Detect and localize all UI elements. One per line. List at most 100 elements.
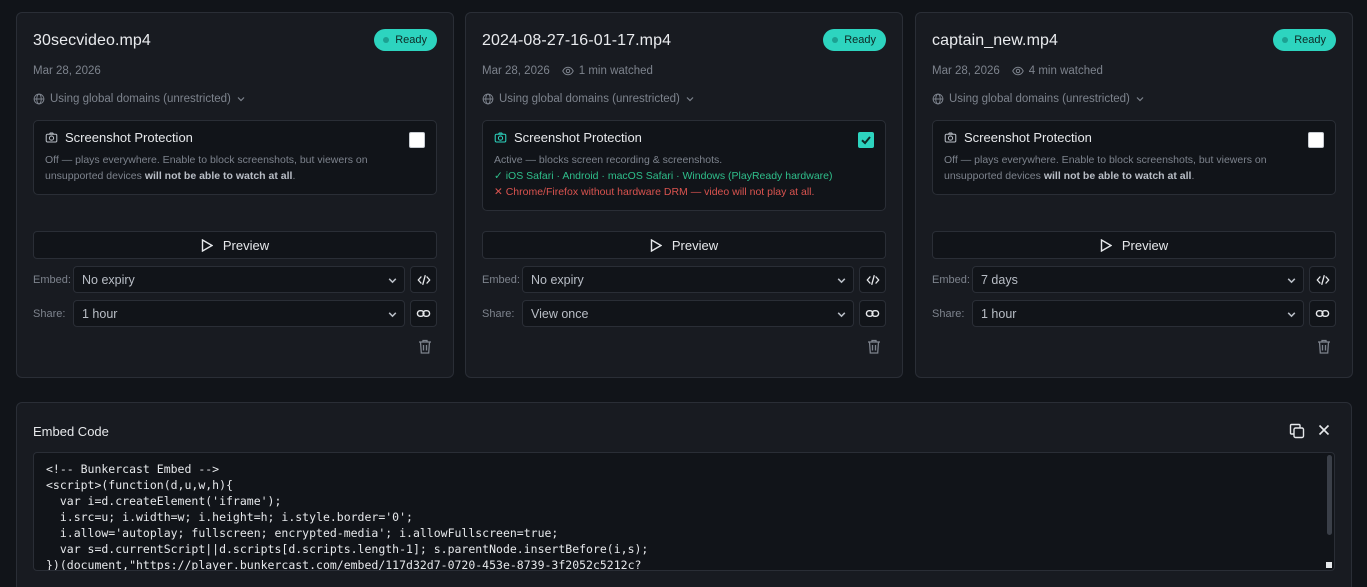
supported-devices: ✓ iOS Safari · Android · macOS Safari · … (494, 170, 833, 182)
watch-time: 4 min watched (1011, 65, 1103, 77)
share-link-button[interactable] (859, 300, 886, 327)
link-icon (865, 309, 880, 318)
preview-label: Preview (1121, 237, 1169, 253)
watch-time-label: 1 min watched (578, 65, 653, 77)
embed-label: Embed: (482, 273, 520, 286)
delete-button[interactable] (867, 339, 881, 359)
share-label: Share: (33, 307, 66, 320)
status-dot (1282, 37, 1289, 43)
status-label: Ready (844, 34, 876, 46)
chevron-down-icon (686, 97, 694, 102)
embed-row: Embed: No expiry (482, 266, 886, 293)
preview-button[interactable]: Preview (482, 231, 886, 259)
share-row: Share: View once (482, 300, 886, 327)
video-date: Mar 28, 2026 (33, 65, 101, 77)
chevron-down-icon (388, 278, 397, 284)
domains-label: Using global domains (unrestricted) (499, 93, 680, 105)
status-badge: Ready (1273, 29, 1336, 51)
video-meta: Mar 28, 2026 (33, 65, 101, 77)
embed-code-button[interactable] (410, 266, 437, 293)
share-row: Share: 1 hour (932, 300, 1336, 327)
video-card: 2024-08-27-16-01-17.mp4 Ready Mar 28, 20… (465, 12, 903, 378)
play-icon (650, 238, 662, 252)
camera-icon (944, 132, 957, 143)
video-card: 30secvideo.mp4 Ready Mar 28, 2026 Using … (16, 12, 454, 378)
resize-handle[interactable] (1326, 562, 1332, 568)
eye-icon (1011, 66, 1024, 76)
camera-icon (494, 132, 507, 143)
embed-label: Embed: (33, 273, 71, 286)
embed-row: Embed: No expiry (33, 266, 437, 293)
delete-button[interactable] (418, 339, 432, 359)
protection-checkbox[interactable] (1308, 132, 1324, 148)
embed-row: Embed: 7 days (932, 266, 1336, 293)
embed-code-button[interactable] (1309, 266, 1336, 293)
desc-end: . (292, 170, 296, 182)
screenshot-protection-box: Screenshot Protection Off — plays everyw… (932, 120, 1336, 195)
status-dot (383, 37, 390, 43)
embed-expiry-select[interactable]: 7 days (972, 266, 1304, 293)
chevron-down-icon (1287, 312, 1296, 318)
share-expiry-select[interactable]: 1 hour (73, 300, 405, 327)
close-button[interactable] (1317, 423, 1331, 439)
video-date: Mar 28, 2026 (482, 65, 550, 77)
chevron-down-icon (1136, 97, 1144, 102)
protection-label: Screenshot Protection (514, 130, 642, 145)
share-link-button[interactable] (1309, 300, 1336, 327)
copy-icon (1289, 423, 1305, 439)
link-icon (416, 309, 431, 318)
desc-text: Active — blocks screen recording & scree… (494, 154, 723, 166)
code-icon (416, 274, 431, 285)
eye-icon (561, 66, 574, 76)
status-badge: Ready (374, 29, 437, 51)
copy-button[interactable] (1289, 423, 1305, 439)
scrollbar[interactable] (1327, 455, 1332, 535)
embed-expiry-select[interactable]: No expiry (73, 266, 405, 293)
video-title: 2024-08-27-16-01-17.mp4 (482, 32, 672, 49)
watch-time-label: 4 min watched (1028, 65, 1103, 77)
embed-code-textarea[interactable]: <!-- Bunkercast Embed --> <script>(funct… (33, 452, 1335, 571)
video-date: Mar 28, 2026 (932, 65, 1000, 77)
share-label: Share: (482, 307, 515, 320)
preview-label: Preview (671, 237, 719, 253)
chevron-down-icon (237, 97, 245, 102)
share-expiry-select[interactable]: View once (522, 300, 854, 327)
share-expiry-select[interactable]: 1 hour (972, 300, 1304, 327)
protection-checkbox[interactable] (858, 132, 874, 148)
domains-dropdown[interactable]: Using global domains (unrestricted) (932, 93, 1145, 105)
desc-bold: will not be able to watch at all (144, 170, 293, 182)
delete-button[interactable] (1317, 339, 1331, 359)
domains-dropdown[interactable]: Using global domains (unrestricted) (482, 93, 695, 105)
camera-icon (45, 132, 58, 143)
code-icon (1315, 274, 1330, 285)
protection-label: Screenshot Protection (65, 130, 193, 145)
screenshot-protection-box: Screenshot Protection Active — blocks sc… (482, 120, 886, 211)
domains-label: Using global domains (unrestricted) (50, 93, 231, 105)
status-badge: Ready (823, 29, 886, 51)
chevron-down-icon (388, 312, 397, 318)
domains-dropdown[interactable]: Using global domains (unrestricted) (33, 93, 246, 105)
play-icon (201, 238, 213, 252)
preview-button[interactable]: Preview (932, 231, 1336, 259)
protection-checkbox[interactable] (409, 132, 425, 148)
globe-icon (482, 93, 494, 105)
close-icon (1318, 424, 1330, 436)
share-link-button[interactable] (410, 300, 437, 327)
check-icon (861, 136, 871, 145)
embed-expiry-value: No expiry (82, 272, 135, 287)
protection-description: Active — blocks screen recording & scree… (494, 152, 874, 200)
globe-icon (33, 93, 45, 105)
embed-code-button[interactable] (859, 266, 886, 293)
screenshot-protection-box: Screenshot Protection Off — plays everyw… (33, 120, 437, 195)
chevron-down-icon (837, 278, 846, 284)
share-row: Share: 1 hour (33, 300, 437, 327)
preview-label: Preview (222, 237, 270, 253)
embed-expiry-select[interactable]: No expiry (522, 266, 854, 293)
code-icon (865, 274, 880, 285)
preview-button[interactable]: Preview (33, 231, 437, 259)
video-meta: Mar 28, 2026 4 min watched (932, 65, 1103, 77)
protection-label: Screenshot Protection (964, 130, 1092, 145)
embed-expiry-value: No expiry (531, 272, 584, 287)
desc-bold: will not be able to watch at all (1043, 170, 1192, 182)
embed-expiry-value: 7 days (981, 272, 1018, 287)
